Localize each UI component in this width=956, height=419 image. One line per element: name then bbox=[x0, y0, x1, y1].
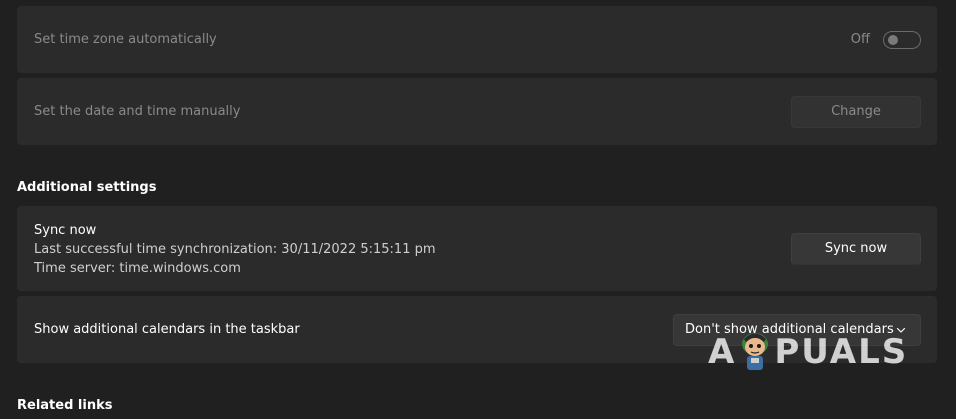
appuals-mascot-icon bbox=[742, 333, 769, 370]
manual-date-time-label: Set the date and time manually bbox=[34, 103, 241, 119]
toggle-knob bbox=[888, 34, 898, 45]
sync-title: Sync now bbox=[34, 223, 97, 238]
watermark-letters: PUALS bbox=[774, 332, 909, 372]
time-zone-toggle-state: Off bbox=[850, 32, 870, 47]
change-button[interactable]: Change bbox=[791, 95, 921, 128]
time-zone-toggle-group: Off bbox=[850, 30, 921, 49]
additional-calendars-label: Show additional calendars in the taskbar bbox=[34, 321, 300, 337]
date-time-settings-page: Set time zone automatically Off Set the … bbox=[0, 0, 956, 419]
additional-settings-heading: Additional settings bbox=[17, 180, 157, 195]
time-zone-auto-label: Set time zone automatically bbox=[34, 31, 217, 47]
time-zone-auto-card: Set time zone automatically Off bbox=[17, 6, 937, 73]
time-server-text: Time server: time.windows.com bbox=[34, 261, 241, 276]
manual-date-time-card: Set the date and time manually Change bbox=[17, 78, 937, 145]
time-zone-toggle[interactable] bbox=[883, 30, 921, 49]
appuals-watermark: A PUALS bbox=[708, 330, 908, 374]
last-sync-text: Last successful time synchronization: 30… bbox=[34, 242, 436, 257]
sync-now-button[interactable]: Sync now bbox=[791, 232, 921, 265]
sync-info: Sync now Last successful time synchroniz… bbox=[34, 221, 436, 278]
watermark-letter-a: A bbox=[708, 332, 737, 372]
related-links-heading: Related links bbox=[17, 398, 113, 413]
sync-now-card: Sync now Last successful time synchroniz… bbox=[17, 206, 937, 291]
